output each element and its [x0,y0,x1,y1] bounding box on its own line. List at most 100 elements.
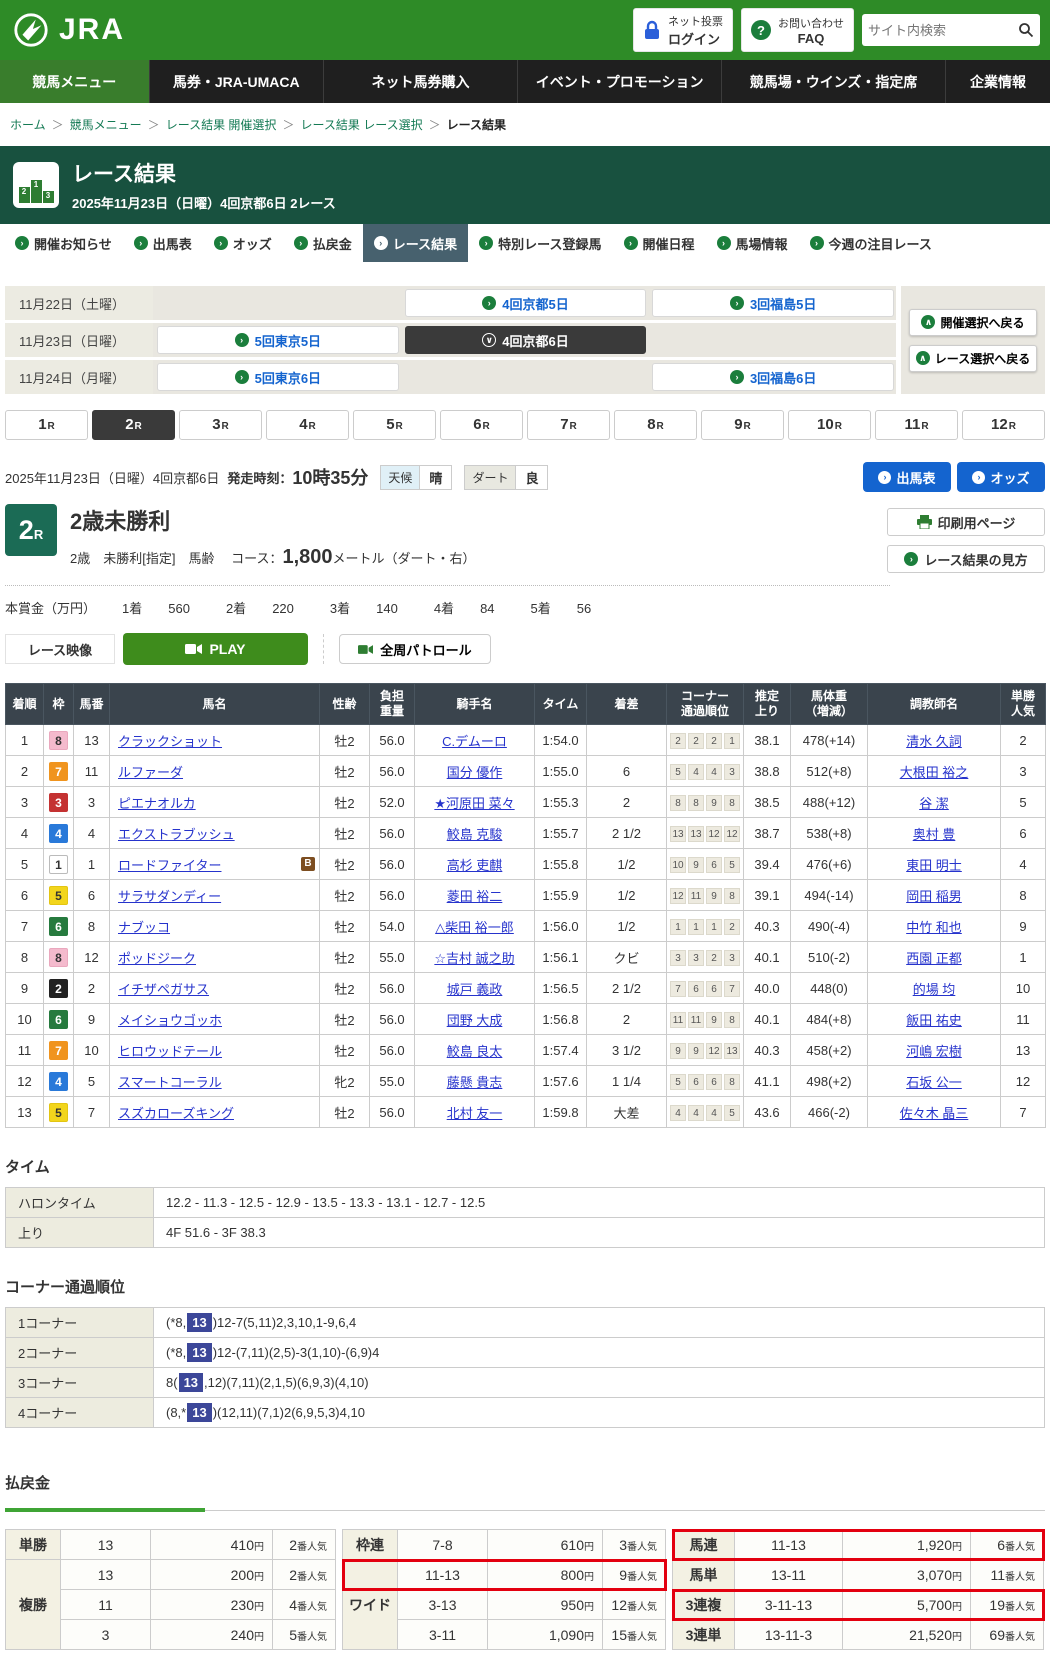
horse-name-link[interactable]: ルファーダ [118,765,183,780]
jockey-link[interactable]: 鮫島 克駿 [447,827,503,842]
horse-name-link[interactable]: ロードファイター [118,858,221,873]
date-button-3回福島5日[interactable]: ›3回福島5日 [652,289,894,317]
net-vote-login-button[interactable]: ネット投票ログイン [633,8,733,52]
subnav-item-5[interactable]: ›レース結果 [363,224,468,262]
race-button-12R[interactable]: 12R [962,410,1045,440]
jockey-link[interactable]: 国分 優作 [447,765,503,780]
date-button-5回東京5日[interactable]: ›5回東京5日 [157,326,399,354]
race-button-1R[interactable]: 1R [5,410,88,440]
jockey-link[interactable]: 団野 大成 [447,1013,503,1028]
trainer-link[interactable]: 大根田 裕之 [900,765,969,780]
race-results-table: 着順枠馬番馬名性齢負担 重量騎手名タイム着差コーナー 通過順位推定 上り馬体重 … [5,683,1046,1128]
lock-icon [643,20,661,40]
race-movie-tab[interactable]: レース映像 [5,634,115,664]
trainer-link[interactable]: 東田 明士 [906,858,962,873]
horse-name-link[interactable]: イチザペガサス [118,982,209,997]
back-button-1[interactable]: ∧開催選択へ戻る [909,309,1037,336]
odds-button[interactable]: ›オッズ [957,462,1045,492]
trainer-link[interactable]: 飯田 祐史 [906,1013,962,1028]
nav-item-6[interactable]: 企業情報 [945,60,1050,103]
date-button-3回福島6日[interactable]: ›3回福島6日 [652,363,894,391]
payout-amount: 800円 [488,1560,603,1590]
subnav-item-6[interactable]: ›特別レース登録馬 [468,224,612,262]
jockey-link[interactable]: 鮫島 良太 [447,1044,503,1059]
nav-item-3[interactable]: ネット馬券購入 [323,60,517,103]
horse-name-link[interactable]: ヒロウッドテール [118,1044,222,1059]
search-icon[interactable] [1018,22,1034,38]
race-button-3R[interactable]: 3R [179,410,262,440]
horse-name-link[interactable]: スズカローズキング [118,1106,234,1121]
finish-time: 1:57.4 [535,1035,587,1066]
patrol-video-button[interactable]: 全周パトロール [339,634,491,664]
print-page-button[interactable]: 印刷用ページ [887,508,1045,536]
nav-item-4[interactable]: イベント・プロモーション [517,60,721,103]
breadcrumb-item-1[interactable]: ホーム [10,116,46,133]
trainer-link[interactable]: 西園 正都 [906,951,962,966]
trainer-link[interactable]: 谷 潔 [919,796,949,811]
play-button[interactable]: PLAY [123,633,308,665]
nav-item-2[interactable]: 馬券・JRA-UMACA [149,60,323,103]
race-button-5R[interactable]: 5R [353,410,436,440]
jra-logo[interactable]: JRA [10,11,125,49]
date-button-5回東京6日[interactable]: ›5回東京6日 [157,363,399,391]
horse-name-link[interactable]: ナブッコ [118,920,170,935]
search-input[interactable] [868,23,1018,38]
breadcrumb-item-2[interactable]: 競馬メニュー [70,116,142,133]
nav-item-5[interactable]: 競馬場・ウインズ・指定席 [721,60,945,103]
trainer-link[interactable]: 清水 久詞 [906,734,962,749]
trainer-link[interactable]: 中竹 和也 [906,920,962,935]
jockey-link[interactable]: 城戸 義政 [447,982,503,997]
race-button-7R[interactable]: 7R [527,410,610,440]
subnav-item-7[interactable]: ›開催日程 [613,224,706,262]
how-to-read-results-button[interactable]: › レース結果の見方 [887,545,1045,573]
race-button-10R[interactable]: 10R [788,410,871,440]
race-number-badge: 2R [5,504,57,556]
race-button-2R[interactable]: 2R [92,410,175,440]
race-button-8R[interactable]: 8R [614,410,697,440]
subnav-item-4[interactable]: ›払戻金 [283,224,363,262]
horse-name-link[interactable]: クラックショット [118,734,222,749]
date-button-4回京都5日[interactable]: ›4回京都5日 [405,289,647,317]
subnav-item-8[interactable]: ›馬場情報 [706,224,799,262]
jockey-link[interactable]: 藤懸 貴志 [447,1075,503,1090]
track-value: 良 [515,466,547,489]
breadcrumb-item-4[interactable]: レース結果 レース選択 [300,116,422,133]
race-button-6R[interactable]: 6R [440,410,523,440]
jockey-link[interactable]: C.デムーロ [442,734,507,749]
jockey-link[interactable]: 菱田 裕二 [447,889,503,904]
corner-order-table: 1コーナー(*8,13)12-7(5,11)2,3,10,1-9,6,42コーナ… [5,1307,1045,1428]
trainer-link[interactable]: 岡田 稲男 [906,889,962,904]
trainer-link[interactable]: 奥村 豊 [913,827,956,842]
trainer-link[interactable]: 的場 均 [913,982,956,997]
breadcrumb-item-3[interactable]: レース結果 開催選択 [166,116,277,133]
jockey-link[interactable]: ★河原田 菜々 [434,796,514,811]
date-button-4回京都6日[interactable]: ∨4回京都6日 [405,326,647,354]
back-button-2[interactable]: ∧レース選択へ戻る [909,345,1037,372]
faq-button[interactable]: ? お問い合わせFAQ [741,8,854,52]
table-row: 511ロードファイターB牡256.0高杉 吏麒1:55.81/21096539.… [6,849,1046,880]
nav-item-1[interactable]: 競馬メニュー [0,60,149,103]
horse-name-link[interactable]: エクストラブッシュ [118,827,235,842]
subnav-item-1[interactable]: ›開催お知らせ [4,224,123,262]
jockey-link[interactable]: 高杉 吏麒 [447,858,503,873]
race-button-9R[interactable]: 9R [701,410,784,440]
trainer-link[interactable]: 河嶋 宏樹 [906,1044,962,1059]
jockey-link[interactable]: △柴田 裕一郎 [435,920,514,935]
last-3f: 39.4 [744,849,791,880]
trainer-link[interactable]: 佐々木 晶三 [900,1106,969,1121]
subnav-item-3[interactable]: ›オッズ [203,224,283,262]
jockey-link[interactable]: ☆吉村 誠之助 [434,951,514,966]
trainer-link[interactable]: 石坂 公一 [906,1075,962,1090]
entry-table-button[interactable]: ›出馬表 [863,462,951,492]
race-button-11R[interactable]: 11R [875,410,958,440]
subnav-item-2[interactable]: ›出馬表 [123,224,203,262]
horse-name-link[interactable]: スマートコーラル [118,1075,222,1090]
subnav-item-9[interactable]: ›今週の注目レース [799,224,943,262]
corner-row: 2コーナー(*8,13)12-(7,11)(2,5)-3(1,10)-(6,9)… [6,1338,1045,1368]
horse-name-link[interactable]: サラサダンディー [118,889,221,904]
horse-name-link[interactable]: ピエナオルカ [118,796,196,811]
jockey-link[interactable]: 北村 友一 [447,1106,503,1121]
race-button-4R[interactable]: 4R [266,410,349,440]
horse-name-link[interactable]: メイショウゴッホ [118,1013,222,1028]
horse-name-link[interactable]: ポッドジーク [118,951,196,966]
